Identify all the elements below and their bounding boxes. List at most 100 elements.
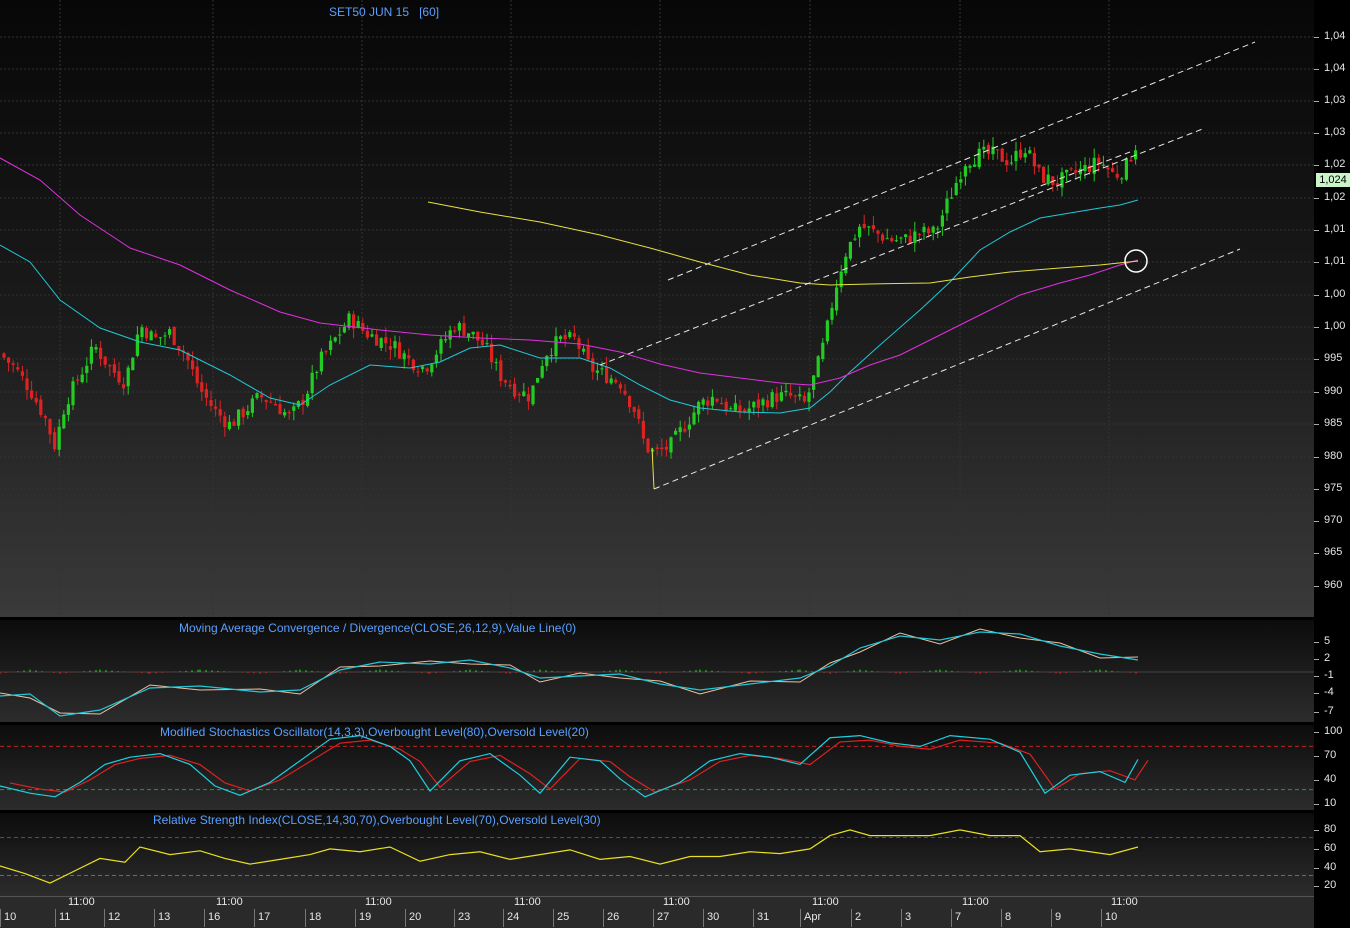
day-separator <box>204 909 205 927</box>
stochastics-panel[interactable]: Modified Stochastics Oscillator(14,3,3),… <box>0 725 1314 810</box>
candle-body <box>388 346 392 350</box>
candle-body <box>324 351 328 353</box>
candle-body <box>710 396 714 406</box>
value-axis-tick <box>1314 586 1319 587</box>
candle-body <box>1005 160 1009 166</box>
candle-body <box>637 409 641 419</box>
value-axis-tick <box>1314 489 1319 490</box>
time-label: 11:00 <box>68 896 95 908</box>
day-label: 18 <box>309 911 322 923</box>
candle-body <box>816 356 820 378</box>
candle-body <box>30 390 34 399</box>
candle-body <box>416 371 420 373</box>
candle-body <box>526 394 530 402</box>
day-label: 3 <box>905 911 912 923</box>
candle-body <box>825 320 829 342</box>
candle-body <box>1074 170 1078 173</box>
candle-body <box>963 166 967 177</box>
value-axis-tick <box>1314 756 1319 757</box>
candle-body <box>766 400 770 408</box>
candle-body <box>522 391 526 396</box>
candle-body <box>927 228 931 234</box>
candle-body <box>582 348 586 352</box>
candle-body <box>1065 169 1069 173</box>
candle-body <box>71 381 75 406</box>
candle-body <box>572 333 576 337</box>
candle-body <box>973 164 977 167</box>
price-chart-svg[interactable] <box>0 0 1314 617</box>
candle-body <box>338 334 342 336</box>
candle-body <box>145 328 149 339</box>
candle-body <box>812 375 816 390</box>
candle-body <box>430 364 434 373</box>
candle-body <box>867 226 871 228</box>
day-separator <box>1051 909 1052 927</box>
candle-body <box>76 379 80 381</box>
candle-body <box>361 322 365 331</box>
price-axis-label: 1,04 <box>1324 30 1346 42</box>
candle-body <box>232 421 236 426</box>
value-axis-tick <box>1314 693 1319 694</box>
candle-body <box>273 403 277 406</box>
day-separator <box>355 909 356 927</box>
candle-body <box>1111 168 1115 172</box>
candle-body <box>609 378 613 384</box>
candle-body <box>986 144 990 154</box>
candle-body <box>885 238 889 240</box>
candle-body <box>821 342 825 359</box>
day-separator <box>1001 909 1002 927</box>
candle-body <box>402 353 406 360</box>
price-axis-label: 1,02 <box>1324 158 1346 170</box>
candle-body <box>347 313 351 328</box>
candle-body <box>683 428 687 432</box>
price-axis-label: 1,04 <box>1324 62 1346 74</box>
candle-body <box>39 399 43 415</box>
macd-panel[interactable]: Moving Average Convergence / Divergence(… <box>0 620 1314 722</box>
candle-body <box>260 394 264 398</box>
value-axis-tick <box>1314 359 1319 360</box>
candle-body <box>945 198 949 214</box>
value-axis-tick <box>1314 886 1319 887</box>
candle-body <box>168 329 172 335</box>
candle-body <box>853 238 857 240</box>
candle-body <box>135 334 139 356</box>
candle-body <box>779 392 783 401</box>
price-axis-label: 1,02 <box>1324 191 1346 203</box>
candle-body <box>471 331 475 335</box>
candle-body <box>540 365 544 378</box>
day-separator <box>851 909 852 927</box>
macd-chart-svg[interactable] <box>0 620 1314 722</box>
value-axis-tick <box>1314 642 1319 643</box>
day-separator <box>405 909 406 927</box>
candle-body <box>283 412 287 416</box>
value-axis-tick <box>1314 424 1319 425</box>
candle-body <box>439 339 443 354</box>
price-chart-panel[interactable]: SET50 JUN 15 [60] <box>0 0 1314 617</box>
macd-axis-label: -4 <box>1324 686 1334 698</box>
price-chart-title: SET50 JUN 15 [60] <box>329 5 439 19</box>
candle-body <box>163 335 167 337</box>
candle-body <box>1115 173 1119 178</box>
rsi-panel[interactable]: Relative Strength Index(CLOSE,14,30,70),… <box>0 813 1314 896</box>
candle-body <box>646 438 650 453</box>
macd-axis-label: -1 <box>1324 669 1334 681</box>
candle-body <box>398 342 402 359</box>
candle-body <box>140 327 144 338</box>
day-label: 30 <box>707 911 720 923</box>
candle-body <box>660 447 664 449</box>
value-axis[interactable] <box>1314 0 1350 927</box>
candle-body <box>922 226 926 233</box>
day-separator <box>104 909 105 927</box>
candle-body <box>1019 149 1023 158</box>
candle-body <box>1060 172 1064 188</box>
candle-body <box>858 226 862 238</box>
price-axis-label: 980 <box>1324 450 1343 462</box>
value-axis-tick <box>1314 69 1319 70</box>
candle-body <box>485 343 489 345</box>
candle-body <box>108 365 112 367</box>
candle-body <box>112 364 116 373</box>
candle-body <box>53 432 57 450</box>
value-axis-tick <box>1314 392 1319 393</box>
candle-body <box>899 237 903 239</box>
candle-body <box>89 346 93 364</box>
